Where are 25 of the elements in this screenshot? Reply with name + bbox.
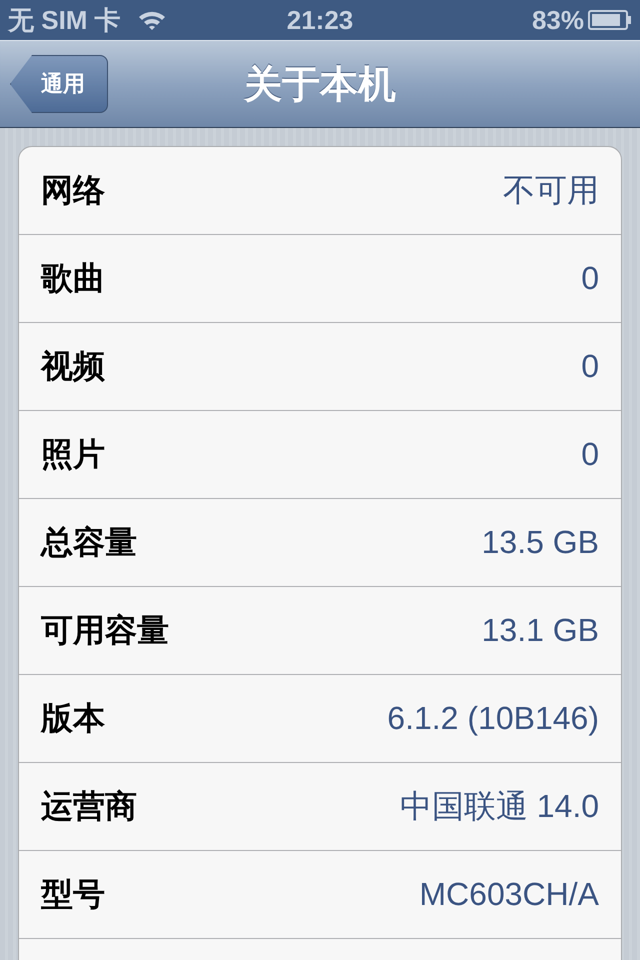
row-value: 0	[581, 260, 599, 297]
carrier-label: 无 SIM 卡	[8, 4, 121, 36]
row-value: MC603CH/A	[419, 876, 599, 913]
row-label: 总容量	[41, 522, 137, 562]
row-label: 照片	[41, 434, 105, 474]
battery-icon	[588, 9, 632, 31]
row-value: 0	[581, 436, 599, 473]
row-value: 0	[581, 348, 599, 385]
screen-title: 关于本机	[244, 62, 396, 108]
row-value: 13.5 GB	[482, 524, 599, 561]
row-label: 网络	[41, 170, 105, 210]
row-value: 不可用	[503, 170, 599, 210]
row-value: 13.1 GB	[482, 612, 599, 649]
row-label: 版本	[41, 698, 105, 738]
wifi-icon	[136, 9, 167, 31]
row-label: 视频	[41, 346, 105, 386]
row-value: 中国联通 14.0	[400, 786, 599, 826]
back-button[interactable]: 通用	[10, 55, 108, 113]
row-label: 型号	[41, 874, 105, 914]
row-label: 歌曲	[41, 258, 105, 298]
battery-percent: 83%	[532, 4, 584, 36]
row-value: 6.1.2 (10B146)	[387, 700, 599, 737]
clock: 21:23	[286, 4, 354, 36]
row-label: 可用容量	[41, 610, 169, 650]
row-label: 运营商	[41, 786, 137, 826]
